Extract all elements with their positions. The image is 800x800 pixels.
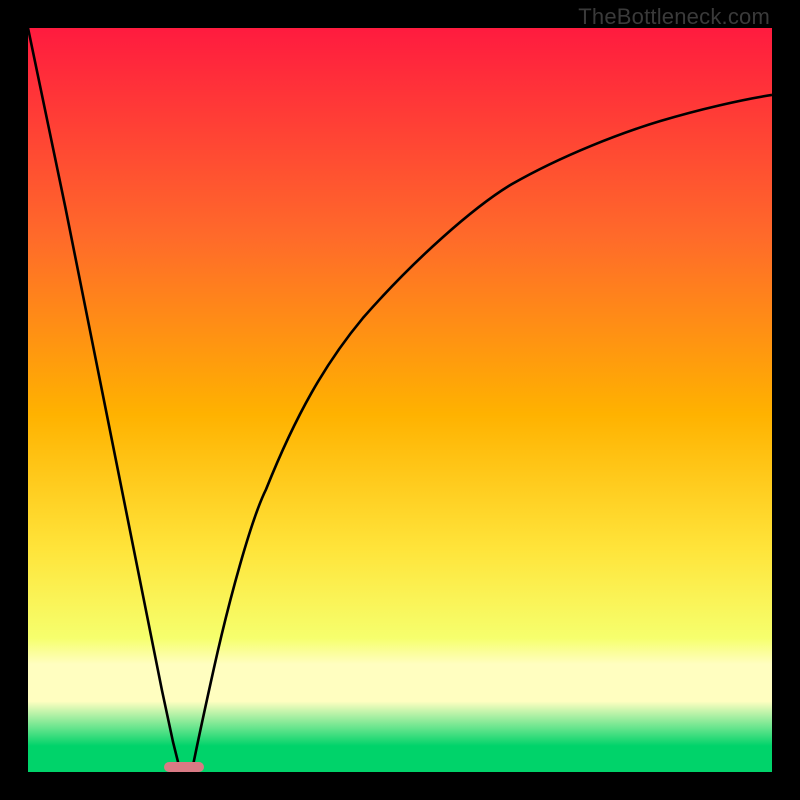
plot-area [28,28,772,772]
watermark-text: TheBottleneck.com [578,4,770,30]
chart-frame: TheBottleneck.com [0,0,800,800]
bottleneck-curve [28,28,772,772]
curve-right-branch [192,95,772,772]
curve-left-branch [28,28,181,772]
min-point-marker [164,762,204,772]
